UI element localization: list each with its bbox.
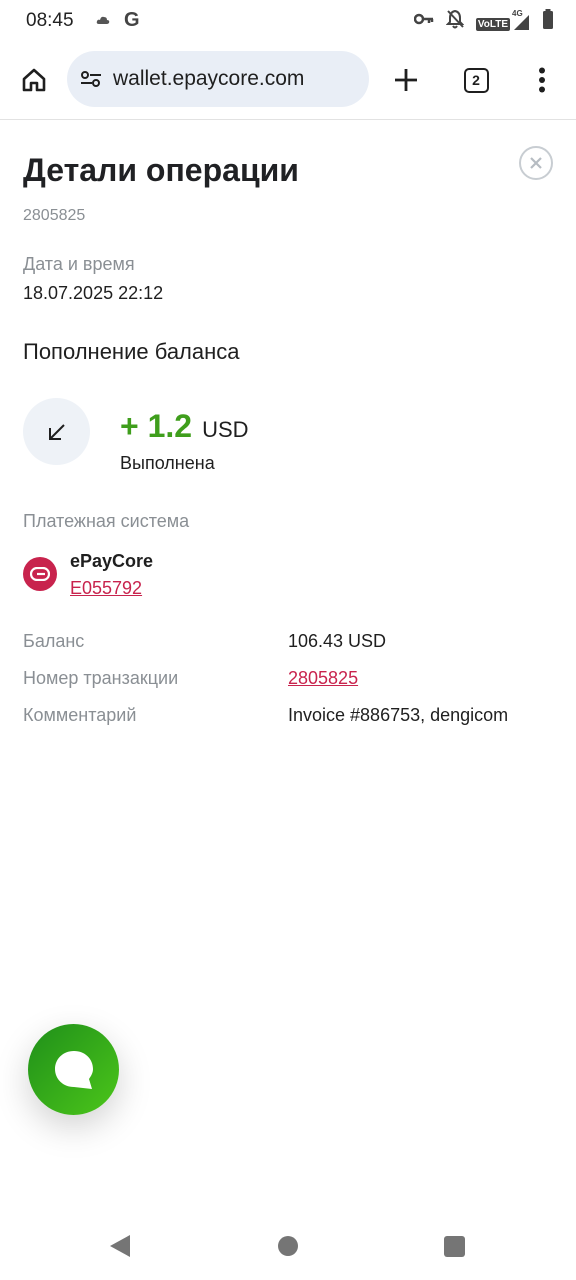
transaction-number-link[interactable]: 2805825 bbox=[288, 668, 358, 689]
volte-4g-signal-icon: VoLTE 4G bbox=[475, 9, 530, 31]
arrow-down-left-icon bbox=[48, 423, 65, 440]
browser-toolbar: wallet.epaycore.com 2 bbox=[0, 40, 576, 120]
more-vert-icon bbox=[539, 67, 545, 93]
recents-button[interactable] bbox=[444, 1236, 465, 1257]
comment-label: Комментарий bbox=[23, 705, 137, 725]
back-triangle-icon bbox=[110, 1235, 130, 1257]
site-settings-icon[interactable] bbox=[79, 67, 103, 91]
amount-currency: USD bbox=[202, 417, 249, 442]
datetime-label: Дата и время bbox=[23, 254, 135, 274]
status-right-icons: VoLTE 4G bbox=[413, 9, 554, 34]
datetime-value: 18.07.2025 22:12 bbox=[23, 283, 164, 303]
vpn-key-icon bbox=[413, 12, 434, 31]
chat-bubble-icon bbox=[54, 1050, 93, 1089]
balance-label: Баланс bbox=[23, 631, 85, 651]
status-time: 08:45 bbox=[26, 10, 74, 31]
comment-value: Invoice #886753, dengicom bbox=[288, 705, 509, 725]
back-button[interactable] bbox=[108, 1234, 132, 1263]
operation-type: Пополнение баланса bbox=[23, 339, 240, 364]
operation-id: 2805825 bbox=[23, 207, 86, 224]
google-icon: G bbox=[124, 9, 140, 31]
home-nav-button[interactable] bbox=[278, 1236, 298, 1256]
volte-label: VoLTE bbox=[475, 17, 510, 31]
payment-system-name: ePayCore bbox=[70, 551, 154, 571]
operation-status: Выполнена bbox=[120, 453, 215, 473]
new-tab-button[interactable] bbox=[388, 62, 424, 98]
home-icon bbox=[22, 68, 46, 92]
url-text[interactable]: wallet.epaycore.com bbox=[113, 67, 304, 91]
chat-button[interactable] bbox=[28, 1024, 119, 1115]
system-nav-bar bbox=[0, 1210, 576, 1280]
amount-value: + 1.2 bbox=[120, 408, 193, 444]
home-button[interactable] bbox=[16, 62, 52, 98]
transaction-number-label: Номер транзакции bbox=[23, 668, 179, 688]
close-button[interactable] bbox=[519, 146, 553, 180]
payment-system-label: Платежная система bbox=[23, 511, 190, 531]
close-icon bbox=[530, 157, 542, 169]
page-title: Детали операции bbox=[23, 152, 299, 188]
status-bar: 08:45 G VoLTE 4G bbox=[0, 0, 576, 40]
battery-icon bbox=[542, 9, 554, 34]
balance-value: 106.43 USD bbox=[288, 631, 387, 651]
incoming-badge bbox=[23, 398, 90, 465]
cloud-icon bbox=[96, 12, 110, 30]
notifications-off-icon bbox=[445, 9, 465, 34]
browser-menu-button[interactable] bbox=[524, 62, 560, 98]
amount: + 1.2 USD bbox=[120, 408, 249, 445]
epaycore-logo-icon bbox=[23, 557, 57, 591]
status-left-icons: G bbox=[96, 9, 140, 32]
plus-icon bbox=[395, 69, 417, 91]
payment-system-account-link[interactable]: E055792 bbox=[70, 578, 142, 599]
tab-switcher-button[interactable]: 2 bbox=[458, 62, 494, 98]
tab-count: 2 bbox=[463, 67, 489, 93]
url-bar[interactable]: wallet.epaycore.com bbox=[67, 51, 369, 107]
